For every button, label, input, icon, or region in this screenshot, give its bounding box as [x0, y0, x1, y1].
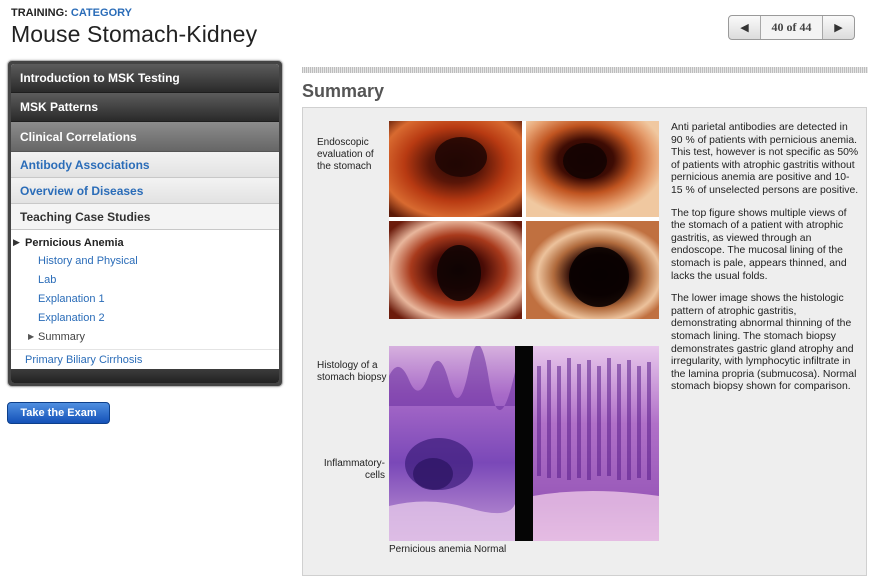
- sidebar-item-teaching-case-studies[interactable]: Teaching Case Studies: [11, 204, 279, 230]
- case-study-tree: ▶ Pernicious Anemia History and Physical…: [11, 230, 279, 369]
- case-item-explanation-1[interactable]: Explanation 1: [11, 289, 279, 308]
- sidebar-item-clinical-correlations[interactable]: Clinical Correlations: [11, 122, 279, 152]
- summary-paragraph-2: The top figure shows multiple views of t…: [671, 207, 847, 282]
- case-item-lab[interactable]: Lab: [11, 270, 279, 289]
- summary-text: Anti parietal antibodies are detected in…: [671, 122, 861, 404]
- sidebar-item-overview-of-diseases[interactable]: Overview of Diseases: [11, 178, 279, 204]
- next-page-button[interactable]: ▶: [822, 16, 854, 39]
- breadcrumb-category-link[interactable]: CATEGORY: [71, 7, 132, 19]
- caption-comparison: Pernicious anemia Normal: [389, 544, 507, 555]
- breadcrumb-prefix: TRAINING:: [11, 7, 68, 19]
- sidebar-item-antibody-associations[interactable]: Antibody Associations: [11, 152, 279, 178]
- summary-panel: Endoscopic evaluation of the stomach His…: [302, 107, 867, 576]
- caption-histology: Histology of a stomach biopsy: [317, 360, 387, 383]
- sidebar-navigation: Introduction to MSK Testing MSK Patterns…: [7, 60, 283, 387]
- caption-endoscopic: Endoscopic evaluation of the stomach: [317, 137, 374, 172]
- sidebar-footer-bar: [11, 369, 279, 383]
- triangle-right-icon: ▶: [834, 22, 843, 34]
- sidebar-item-intro-msk-testing[interactable]: Introduction to MSK Testing: [11, 64, 279, 93]
- case-primary-biliary-cirrhosis[interactable]: Primary Biliary Cirrhosis: [11, 349, 279, 369]
- triangle-left-icon: ◀: [740, 22, 749, 34]
- histology-image: [389, 346, 659, 541]
- section-title: Summary: [302, 81, 385, 101]
- summary-paragraph-3: The lower image shows the histologic pat…: [671, 293, 857, 393]
- current-item-label: Summary: [38, 330, 86, 343]
- take-exam-button[interactable]: Take the Exam: [7, 402, 110, 424]
- summary-paragraph-1: Anti parietal antibodies are detected in…: [671, 122, 859, 196]
- page-navigator: ◀ 40 of 44 ▶: [728, 15, 855, 40]
- expanded-arrow-icon: ▶: [13, 237, 20, 247]
- case-item-explanation-2[interactable]: Explanation 2: [11, 308, 279, 327]
- page-title: Mouse Stomach-Kidney: [11, 21, 258, 47]
- sidebar-item-msk-patterns[interactable]: MSK Patterns: [11, 93, 279, 122]
- page-counter: 40 of 44: [761, 16, 822, 39]
- breadcrumb: TRAINING: CATEGORY: [11, 7, 132, 19]
- sidebar-panel: Introduction to MSK Testing MSK Patterns…: [11, 64, 279, 383]
- case-item-summary-current[interactable]: ▶ Summary: [11, 327, 279, 346]
- case-title: Pernicious Anemia: [25, 236, 124, 249]
- case-pernicious-anemia[interactable]: ▶ Pernicious Anemia: [11, 234, 279, 251]
- previous-page-button[interactable]: ◀: [729, 16, 761, 39]
- endoscopy-image: [389, 121, 659, 319]
- section-divider: [302, 67, 868, 73]
- caption-inflammatory-cells: Inflammatory-cells: [323, 458, 385, 481]
- current-arrow-icon: ▶: [28, 332, 35, 341]
- case-item-history-and-physical[interactable]: History and Physical: [11, 251, 279, 270]
